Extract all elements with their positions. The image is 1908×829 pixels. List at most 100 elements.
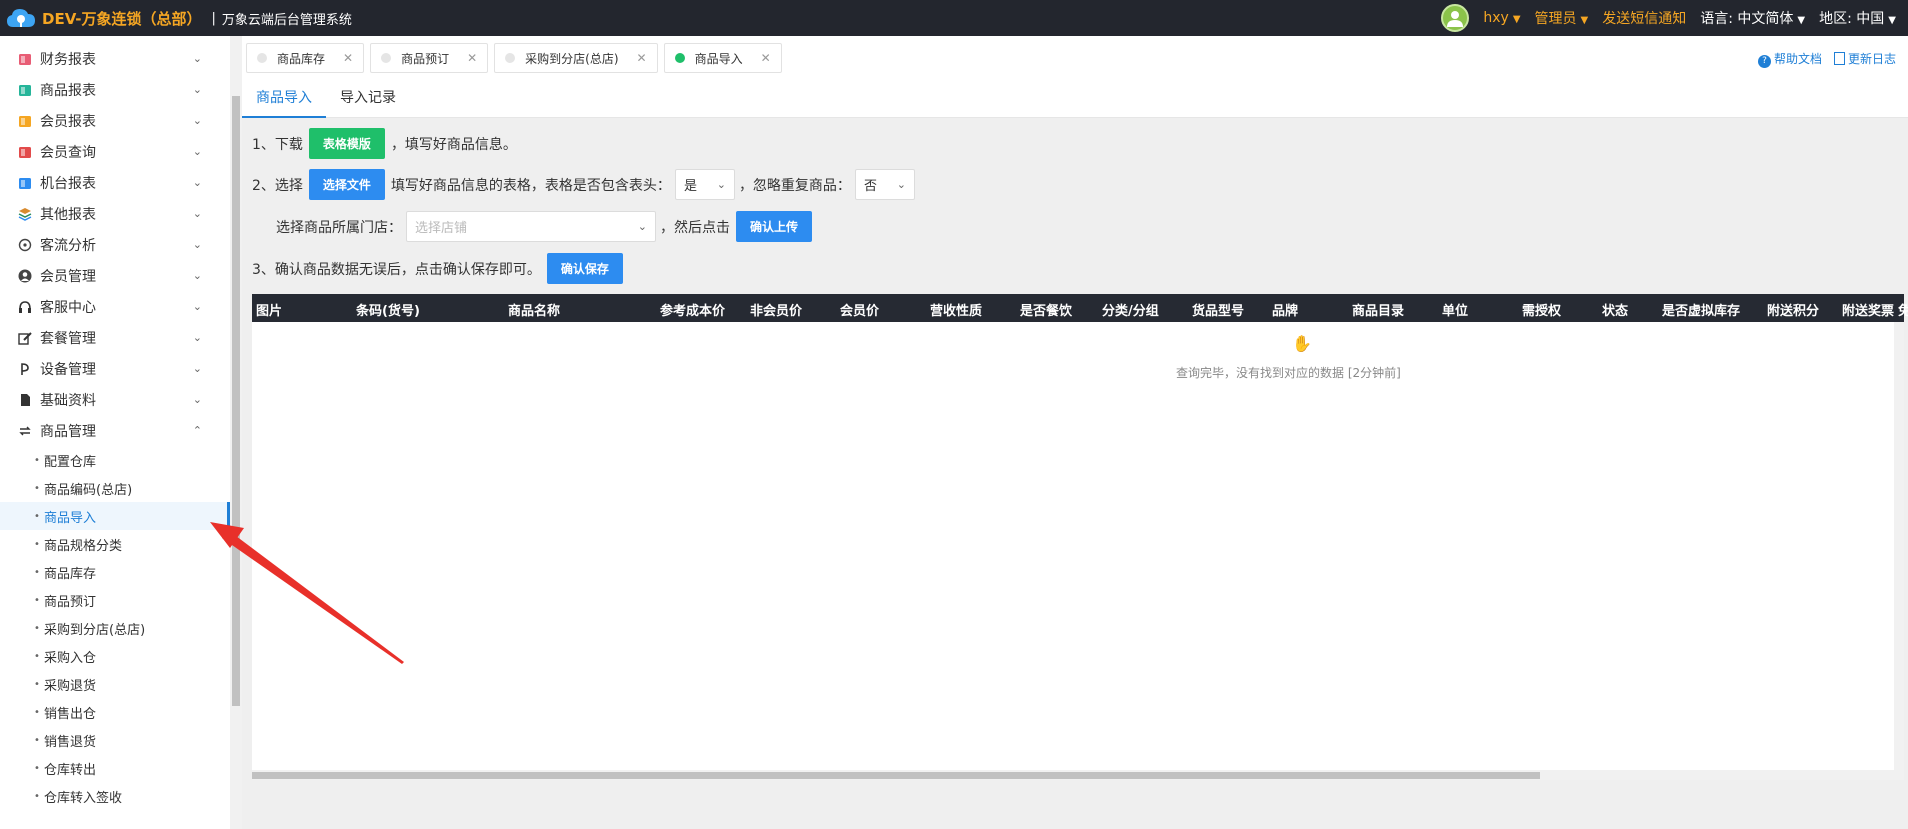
user-name: hxy [1483, 10, 1509, 26]
sidebar-item-10[interactable]: 设备管理 ⌄ [0, 353, 230, 384]
sidebar-subitem-label: 销售出仓 [44, 706, 97, 722]
tab-3[interactable]: 商品导入 ✕ [663, 43, 782, 73]
document-icon [18, 393, 32, 407]
column-header[interactable]: 需授权 [1522, 300, 1561, 319]
step-1: 1、下载 表格模版 ，填写好商品信息。 [252, 128, 517, 159]
tab-1[interactable]: 商品预订 ✕ [370, 43, 489, 73]
column-header[interactable]: 营收性质 [930, 300, 982, 319]
tab-2[interactable]: 采购到分店(总店) ✕ [494, 43, 658, 73]
changelog-link[interactable]: 更新日志 [1833, 50, 1896, 68]
close-icon[interactable]: ✕ [343, 51, 353, 65]
column-header[interactable]: 免 [1898, 300, 1908, 319]
language-selector[interactable]: 语言: 中文简体 ▼ [1700, 8, 1805, 28]
column-header[interactable]: 货品型号 [1192, 300, 1244, 319]
chevron-down-icon: ⌄ [192, 362, 202, 375]
sidebar-item-5[interactable]: 其他报表 ⌄ [0, 198, 230, 229]
ignore-dup-select[interactable]: 否 ⌄ [854, 169, 915, 200]
column-header[interactable]: 是否虚拟库存 [1662, 300, 1740, 319]
sidebar-item-label: 基础资料 [40, 392, 96, 409]
table-scroll-thumb[interactable] [252, 772, 1540, 779]
sidebar-item-8[interactable]: 客服中心 ⌄ [0, 291, 230, 322]
has-header-value: 是 [683, 179, 697, 194]
chevron-down-icon: ⌄ [192, 393, 202, 406]
table-vertical-scrollbar[interactable] [1894, 322, 1904, 770]
step1-prefix: 1、下载 [252, 136, 303, 153]
tab-label: 商品导入 [694, 51, 743, 66]
region-label: 地区: [1819, 11, 1852, 27]
close-icon[interactable]: ✕ [761, 51, 771, 65]
choose-file-button[interactable]: 选择文件 [308, 169, 385, 200]
sidebar-subitem-11[interactable]: 仓库转出 [0, 754, 230, 782]
sidebar-subitem-10[interactable]: 销售退货 [0, 726, 230, 754]
sidebar-subitem-0[interactable]: 配置仓库 [0, 446, 230, 474]
column-header[interactable]: 商品名称 [508, 300, 560, 319]
column-header[interactable]: 附送积分 [1767, 300, 1819, 319]
sidebar-subitem-12[interactable]: 仓库转入签收 [0, 782, 230, 810]
sidebar-item-0[interactable]: 财务报表 ⌄ [0, 43, 230, 74]
sidebar-subitem-4[interactable]: 商品库存 [0, 558, 230, 586]
step-2-store: 选择商品所属门店： 选择店铺 ⌄ ，然后点击 确认上传 [276, 211, 818, 242]
sidebar-subitem-2[interactable]: 商品导入 [0, 502, 230, 530]
column-header[interactable]: 品牌 [1272, 300, 1298, 319]
sidebar-item-2[interactable]: 会员报表 ⌄ [0, 105, 230, 136]
sidebar-item-11[interactable]: 基础资料 ⌄ [0, 384, 230, 415]
column-header[interactable]: 分类/分组 [1102, 300, 1159, 319]
subtab-import[interactable]: 商品导入 [242, 87, 326, 118]
column-header[interactable]: 参考成本价 [660, 300, 725, 319]
tab-label: 商品库存 [277, 51, 326, 66]
sidebar-scrollbar[interactable] [230, 36, 242, 829]
layers-icon [18, 207, 32, 221]
sidebar-item-1[interactable]: 商品报表 ⌄ [0, 74, 230, 105]
member-report-icon [18, 114, 32, 128]
sidebar-scroll-thumb[interactable] [232, 96, 240, 706]
column-header[interactable]: 状态 [1602, 300, 1628, 319]
has-header-select[interactable]: 是 ⌄ [674, 169, 735, 200]
store-select[interactable]: 选择店铺 ⌄ [406, 211, 656, 242]
sidebar-item-6[interactable]: 客流分析 ⌄ [0, 229, 230, 260]
sidebar-subitem-5[interactable]: 商品预订 [0, 586, 230, 614]
sidebar-item-7[interactable]: 会员管理 ⌄ [0, 260, 230, 291]
then-click-text: ，然后点击 [660, 219, 730, 236]
question-icon: ? [1757, 55, 1771, 68]
sidebar-item-3[interactable]: 会员查询 ⌄ [0, 136, 230, 167]
column-header[interactable]: 条码(货号) [356, 300, 420, 319]
confirm-save-button[interactable]: 确认保存 [546, 253, 623, 284]
column-header[interactable]: 非会员价 [750, 300, 802, 319]
sidebar-subitem-8[interactable]: 采购退货 [0, 670, 230, 698]
close-icon[interactable]: ✕ [637, 51, 647, 65]
chevron-down-icon: ⌄ [192, 300, 202, 313]
empty-message: 查询完毕，没有找到对应的数据 [2分钟前] [1176, 366, 1401, 380]
user-menu[interactable]: hxy ▼ [1483, 10, 1520, 26]
sidebar-subitem-9[interactable]: 销售出仓 [0, 698, 230, 726]
sidebar-subitem-6[interactable]: 采购到分店(总店) [0, 614, 230, 642]
sidebar-subitem-7[interactable]: 采购入仓 [0, 642, 230, 670]
confirm-upload-button[interactable]: 确认上传 [736, 211, 813, 242]
region-value: 中国 [1856, 11, 1885, 27]
sidebar-subitem-1[interactable]: 商品编码(总店) [0, 474, 230, 502]
sidebar-item-goods-management[interactable]: 商品管理 ⌃ [0, 415, 230, 446]
sidebar-item-4[interactable]: 机台报表 ⌄ [0, 167, 230, 198]
sidebar-item-9[interactable]: 套餐管理 ⌄ [0, 322, 230, 353]
subtab-import-records[interactable]: 导入记录 [326, 87, 410, 117]
chevron-down-icon: ▼ [1797, 15, 1806, 26]
help-links: ? 帮助文档 更新日志 [1757, 50, 1896, 68]
column-header[interactable]: 是否餐饮 [1020, 300, 1072, 319]
help-doc-link[interactable]: ? 帮助文档 [1757, 50, 1822, 68]
sidebar-subitem-3[interactable]: 商品规格分类 [0, 530, 230, 558]
column-header[interactable]: 图片 [256, 300, 282, 319]
role-menu[interactable]: 管理员 ▼ [1535, 8, 1589, 28]
headset-icon [18, 300, 32, 314]
avatar[interactable] [1441, 4, 1470, 32]
column-header[interactable]: 单位 [1442, 300, 1468, 319]
column-header[interactable]: 商品目录 [1352, 300, 1404, 319]
download-template-button[interactable]: 表格模版 [308, 128, 385, 159]
region-selector[interactable]: 地区: 中国 ▼ [1819, 8, 1896, 28]
column-header[interactable]: 附送奖票 [1842, 300, 1894, 319]
sidebar-item-label: 客服中心 [40, 299, 96, 316]
send-sms-link[interactable]: 发送短信通知 [1602, 8, 1686, 28]
sidebar-item-label: 客流分析 [40, 237, 96, 254]
close-icon[interactable]: ✕ [467, 51, 477, 65]
column-header[interactable]: 会员价 [840, 300, 879, 319]
tab-0[interactable]: 商品库存 ✕ [246, 43, 365, 73]
table-horizontal-scrollbar[interactable] [252, 770, 1904, 780]
